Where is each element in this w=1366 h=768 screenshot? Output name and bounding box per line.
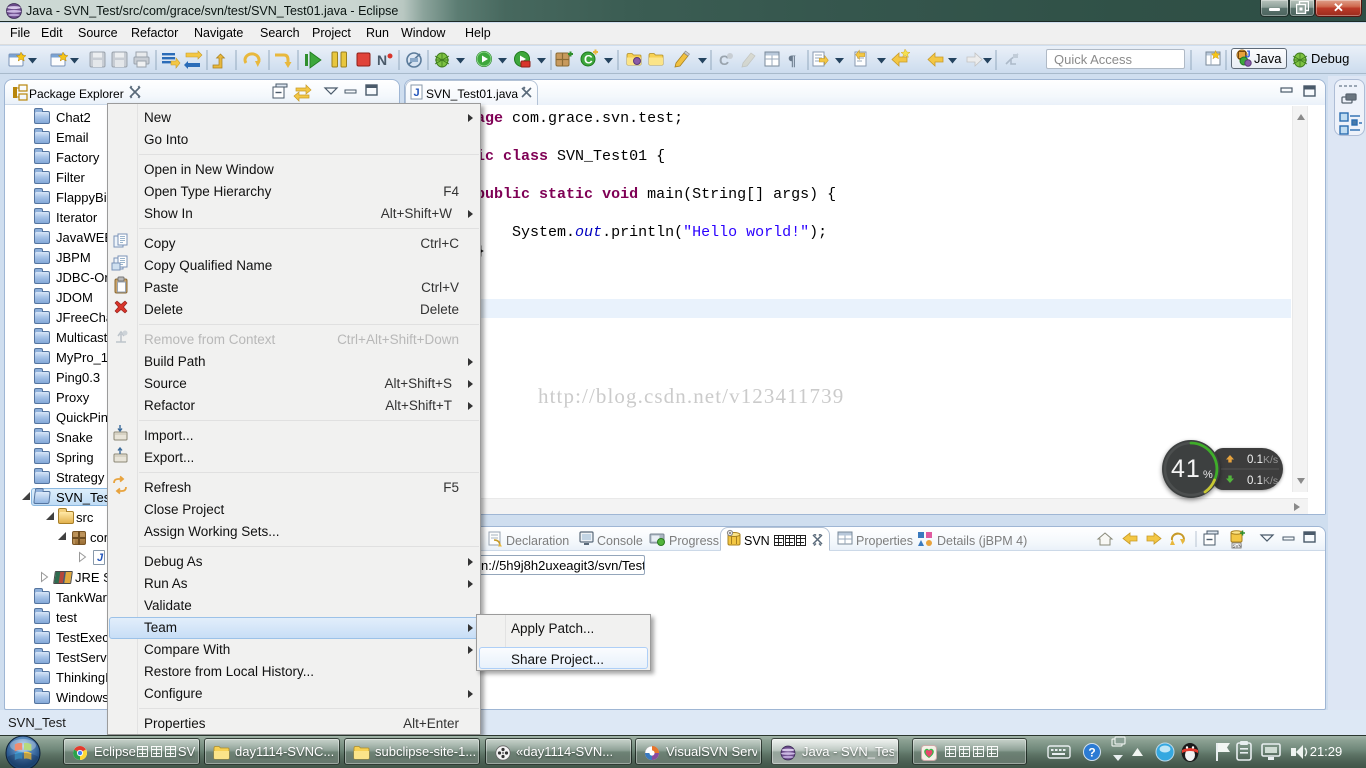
svg-text:N: N xyxy=(377,52,387,68)
svg-text:¶: ¶ xyxy=(788,53,796,69)
svg-text:C: C xyxy=(584,53,593,67)
svg-text:J: J xyxy=(1245,50,1251,61)
svg-text:?: ? xyxy=(1088,746,1095,760)
svg-text:0.1K/s: 0.1K/s xyxy=(1247,454,1278,466)
svg-text:0.1K/s: 0.1K/s xyxy=(1247,475,1278,487)
svg-text:SVN: SVN xyxy=(1233,544,1242,549)
svg-text:J: J xyxy=(414,87,420,99)
